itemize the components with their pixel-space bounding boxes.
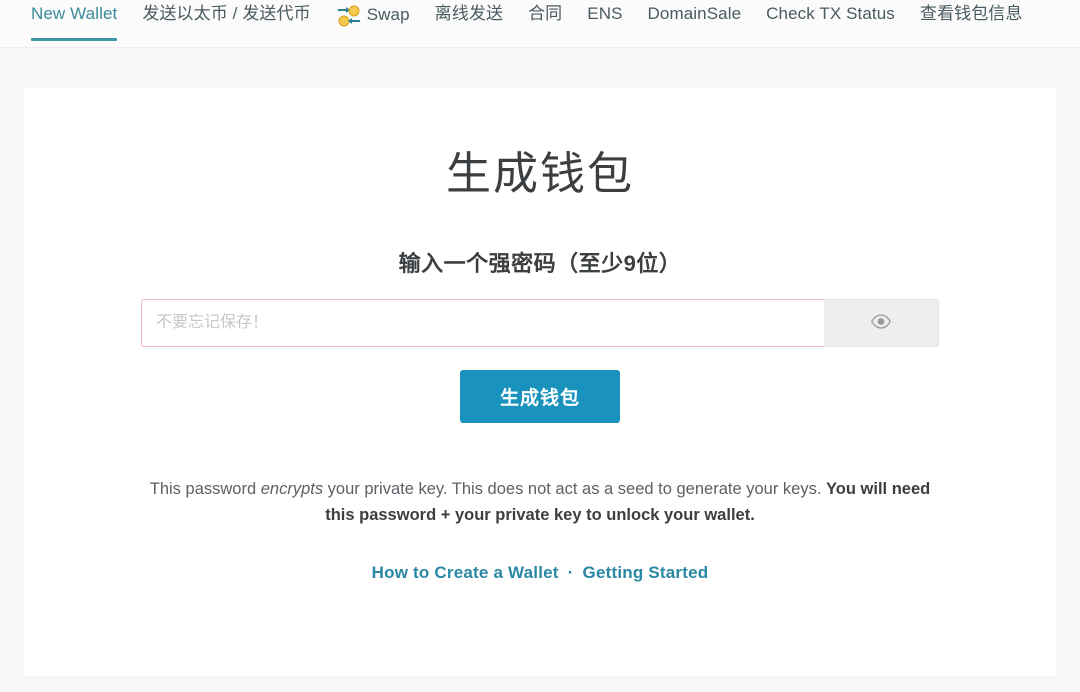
nav-item-label: New Wallet (31, 4, 118, 23)
eye-icon (870, 314, 892, 332)
top-navigation-bar: New Wallet 发送以太币 / 发送代币 Swap 离线发送 合同 ENS… (0, 0, 1080, 48)
swap-coins-icon (336, 5, 362, 27)
nav-item-label: 发送以太币 / 发送代币 (142, 4, 311, 23)
new-wallet-panel: 生成钱包 输入一个强密码（至少9位） 生成钱包 This password en… (24, 88, 1056, 676)
password-input[interactable] (141, 299, 824, 347)
note-emphasis: encrypts (260, 480, 324, 498)
toggle-password-visibility-button[interactable] (824, 299, 939, 347)
link-separator: · (567, 563, 574, 582)
note-part-1: This password (149, 480, 261, 498)
nav-item-check-tx-status[interactable]: Check TX Status (766, 0, 895, 24)
password-input-group (141, 299, 939, 347)
nav-item-offline-send[interactable]: 离线发送 (435, 0, 503, 24)
nav-item-ens[interactable]: ENS (587, 0, 622, 24)
nav-item-label: Swap (366, 5, 410, 24)
link-how-to-create-a-wallet[interactable]: How to Create a Wallet (372, 563, 559, 582)
link-getting-started[interactable]: Getting Started (583, 563, 709, 582)
password-prompt-label: 输入一个强密码（至少9位） (398, 251, 682, 276)
password-input-row (24, 299, 1056, 347)
nav-item-label: 查看钱包信息 (919, 4, 1023, 23)
note-part-2: your private key. This does not act as a… (323, 480, 827, 498)
nav-item-swap[interactable]: Swap (336, 0, 410, 27)
nav-item-domainsale[interactable]: DomainSale (648, 0, 742, 24)
nav-item-view-wallet-info[interactable]: 查看钱包信息 (920, 0, 1023, 24)
generate-wallet-button[interactable]: 生成钱包 (460, 370, 620, 423)
nav-item-label: 合同 (528, 4, 563, 23)
nav-item-label: DomainSale (647, 4, 742, 23)
nav-item-send-ether-tokens[interactable]: 发送以太币 / 发送代币 (142, 0, 310, 24)
page-title: 生成钱包 (445, 148, 634, 199)
password-explanation-text: This password encrypts your private key.… (24, 476, 1056, 528)
nav-item-contract[interactable]: 合同 (528, 0, 562, 24)
nav-list: New Wallet 发送以太币 / 发送代币 Swap 离线发送 合同 ENS… (0, 0, 1080, 48)
generate-wallet-row: 生成钱包 (24, 370, 1056, 423)
help-links: How to Create a Wallet · Getting Started (24, 563, 1056, 583)
nav-item-label: ENS (587, 4, 623, 23)
nav-item-label: Check TX Status (766, 4, 895, 23)
nav-item-label: 离线发送 (434, 4, 504, 23)
nav-item-new-wallet[interactable]: New Wallet (31, 0, 118, 41)
